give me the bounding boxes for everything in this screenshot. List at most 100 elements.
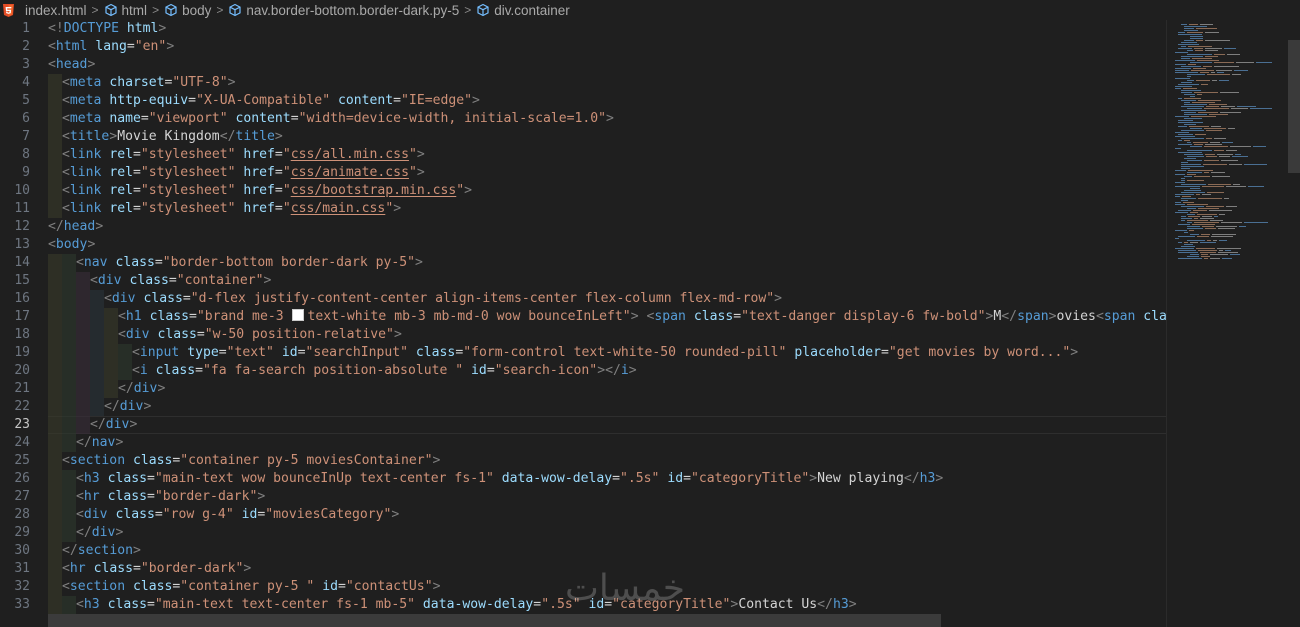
minimap-line: [1214, 150, 1224, 151]
code-line[interactable]: </head>: [48, 218, 103, 236]
code-token: href: [243, 201, 275, 216]
minimap-line: [1175, 202, 1181, 203]
code-line[interactable]: <link rel="stylesheet" href="css/bootstr…: [62, 182, 472, 200]
breadcrumb-item[interactable]: index.html: [0, 3, 87, 18]
code-token: <: [62, 453, 70, 468]
code-token: "stylesheet": [140, 147, 236, 162]
minimap[interactable]: [1166, 20, 1300, 627]
breadcrumb-item[interactable]: > body: [147, 3, 211, 18]
code-token: "border-bottom border-dark py-5": [162, 255, 416, 270]
minimap-line: [1187, 54, 1212, 55]
code-line[interactable]: <title>Movie Kingdom</title>: [62, 128, 283, 146]
minimap-line: [1175, 72, 1198, 73]
code-line[interactable]: <meta http-equiv="X-UA-Compatible" conte…: [62, 92, 480, 110]
code-line[interactable]: <link rel="stylesheet" href="css/all.min…: [62, 146, 425, 164]
current-line-highlight: [48, 416, 1166, 434]
code-line[interactable]: <i class="fa fa-search position-absolute…: [132, 362, 637, 380]
code-line[interactable]: <meta charset="UTF-8">: [62, 74, 235, 92]
minimap-line: [1184, 94, 1195, 95]
minimap-line: [1219, 156, 1230, 157]
code-token: id: [667, 471, 684, 486]
code-line[interactable]: </nav>: [76, 434, 123, 452]
minimap-line: [1190, 38, 1203, 39]
code-line[interactable]: </div>: [90, 416, 137, 434]
code-token: <: [62, 201, 70, 216]
code-line[interactable]: <hr class="border-dark">: [76, 488, 265, 506]
code-token: >: [432, 453, 441, 468]
minimap-line: [1206, 138, 1212, 139]
code-line[interactable]: <html lang="en">: [48, 38, 174, 56]
code-line[interactable]: <h3 class="main-text wow bounceInUp text…: [76, 470, 943, 488]
code-line[interactable]: <link rel="stylesheet" href="css/animate…: [62, 164, 425, 182]
minimap-line: [1187, 180, 1204, 181]
breadcrumb-item[interactable]: > nav.border-bottom.border-dark.py-5: [211, 3, 459, 18]
code-line[interactable]: <meta name="viewport" content="width=dev…: [62, 110, 614, 128]
minimap-line: [1187, 142, 1191, 143]
code-token: =: [218, 345, 227, 360]
minimap-line: [1198, 250, 1217, 251]
indent-guide: [62, 398, 76, 416]
code-line[interactable]: </section>: [62, 542, 141, 560]
minimap-line: [1228, 128, 1235, 129]
line-number-gutter[interactable]: 1 2 3 4 5 6 7 8 9 10 11 12 13 14 15 16 17 18 19 20 21 22 23 24 2…: [0, 20, 48, 627]
breadcrumb-item[interactable]: > html: [87, 3, 148, 18]
code-line[interactable]: <section class="container py-5 " id="con…: [62, 578, 440, 596]
code-line[interactable]: <h3 class="main-text text-center fs-1 mb…: [76, 596, 857, 614]
minimap-line: [1214, 62, 1234, 63]
minimap-line: [1175, 174, 1185, 175]
code-token: ": [282, 147, 291, 162]
code-token: content: [337, 93, 394, 108]
code-token: =: [132, 201, 141, 216]
code-token: =: [393, 93, 402, 108]
breadcrumb-item[interactable]: > div.container: [459, 3, 570, 18]
code-line[interactable]: <hr class="border-dark">: [62, 560, 251, 578]
code-line[interactable]: <!DOCTYPE html>: [48, 20, 166, 38]
horizontal-scrollbar[interactable]: [48, 614, 941, 627]
code-line[interactable]: </div>: [118, 380, 165, 398]
html5-icon: [0, 3, 21, 17]
indent-guide: [118, 362, 132, 380]
minimap-line: [1178, 98, 1182, 99]
line-number: 20: [14, 363, 30, 378]
code-line[interactable]: <body>: [48, 236, 95, 254]
line-number: 18: [14, 327, 30, 342]
code-line[interactable]: <head>: [48, 56, 95, 74]
code-line[interactable]: <input type="text" id="searchInput" clas…: [132, 344, 1078, 362]
code-token: =: [274, 183, 283, 198]
minimap-line: [1184, 242, 1188, 243]
minimap-line: [1214, 54, 1225, 55]
code-line[interactable]: <div class="d-flex justify-content-cente…: [104, 290, 782, 308]
indent-guide: [62, 434, 76, 452]
indent-guide: [48, 272, 62, 290]
line-number: 30: [14, 543, 30, 558]
code-token: "text-danger display-6 fw-bold": [741, 309, 986, 324]
code-line[interactable]: <section class="container py-5 moviesCon…: [62, 452, 440, 470]
code-line[interactable]: <h1 class="brand me-3 text-white mb-3 mb…: [118, 308, 1166, 326]
code-line[interactable]: <div class="w-50 position-relative">: [118, 326, 402, 344]
line-number: 13: [14, 237, 30, 252]
code-line[interactable]: <div class="container">: [90, 272, 271, 290]
line-number: 19: [14, 345, 30, 360]
code-token: class: [107, 597, 147, 612]
code-token: "viewport": [148, 111, 228, 126]
code-line[interactable]: <link rel="stylesheet" href="css/main.cs…: [62, 200, 401, 218]
code-token: div: [105, 417, 130, 432]
code-line[interactable]: <nav class="border-bottom border-dark py…: [76, 254, 423, 272]
code-line[interactable]: </div>: [104, 398, 151, 416]
code-token: >: [935, 471, 944, 486]
minimap-line: [1207, 192, 1224, 193]
code-token: =: [188, 93, 197, 108]
minimap-line: [1189, 24, 1198, 25]
line-number: 31: [14, 561, 30, 576]
code-editor[interactable]: 1 2 3 4 5 6 7 8 9 10 11 12 13 14 15 16 17 18 19 20 21 22 23 24 2…: [0, 20, 1166, 627]
code-line[interactable]: </div>: [76, 524, 123, 542]
code-token: "stylesheet": [140, 165, 236, 180]
minimap-line: [1178, 32, 1185, 33]
minimap-line: [1190, 146, 1202, 147]
minimap-line: [1234, 70, 1248, 71]
code-token: ></: [597, 363, 621, 378]
code-line[interactable]: <div class="row g-4" id="moviesCategory"…: [76, 506, 399, 524]
minimap-slider[interactable]: [1288, 40, 1300, 173]
indent-guide: [48, 470, 62, 488]
